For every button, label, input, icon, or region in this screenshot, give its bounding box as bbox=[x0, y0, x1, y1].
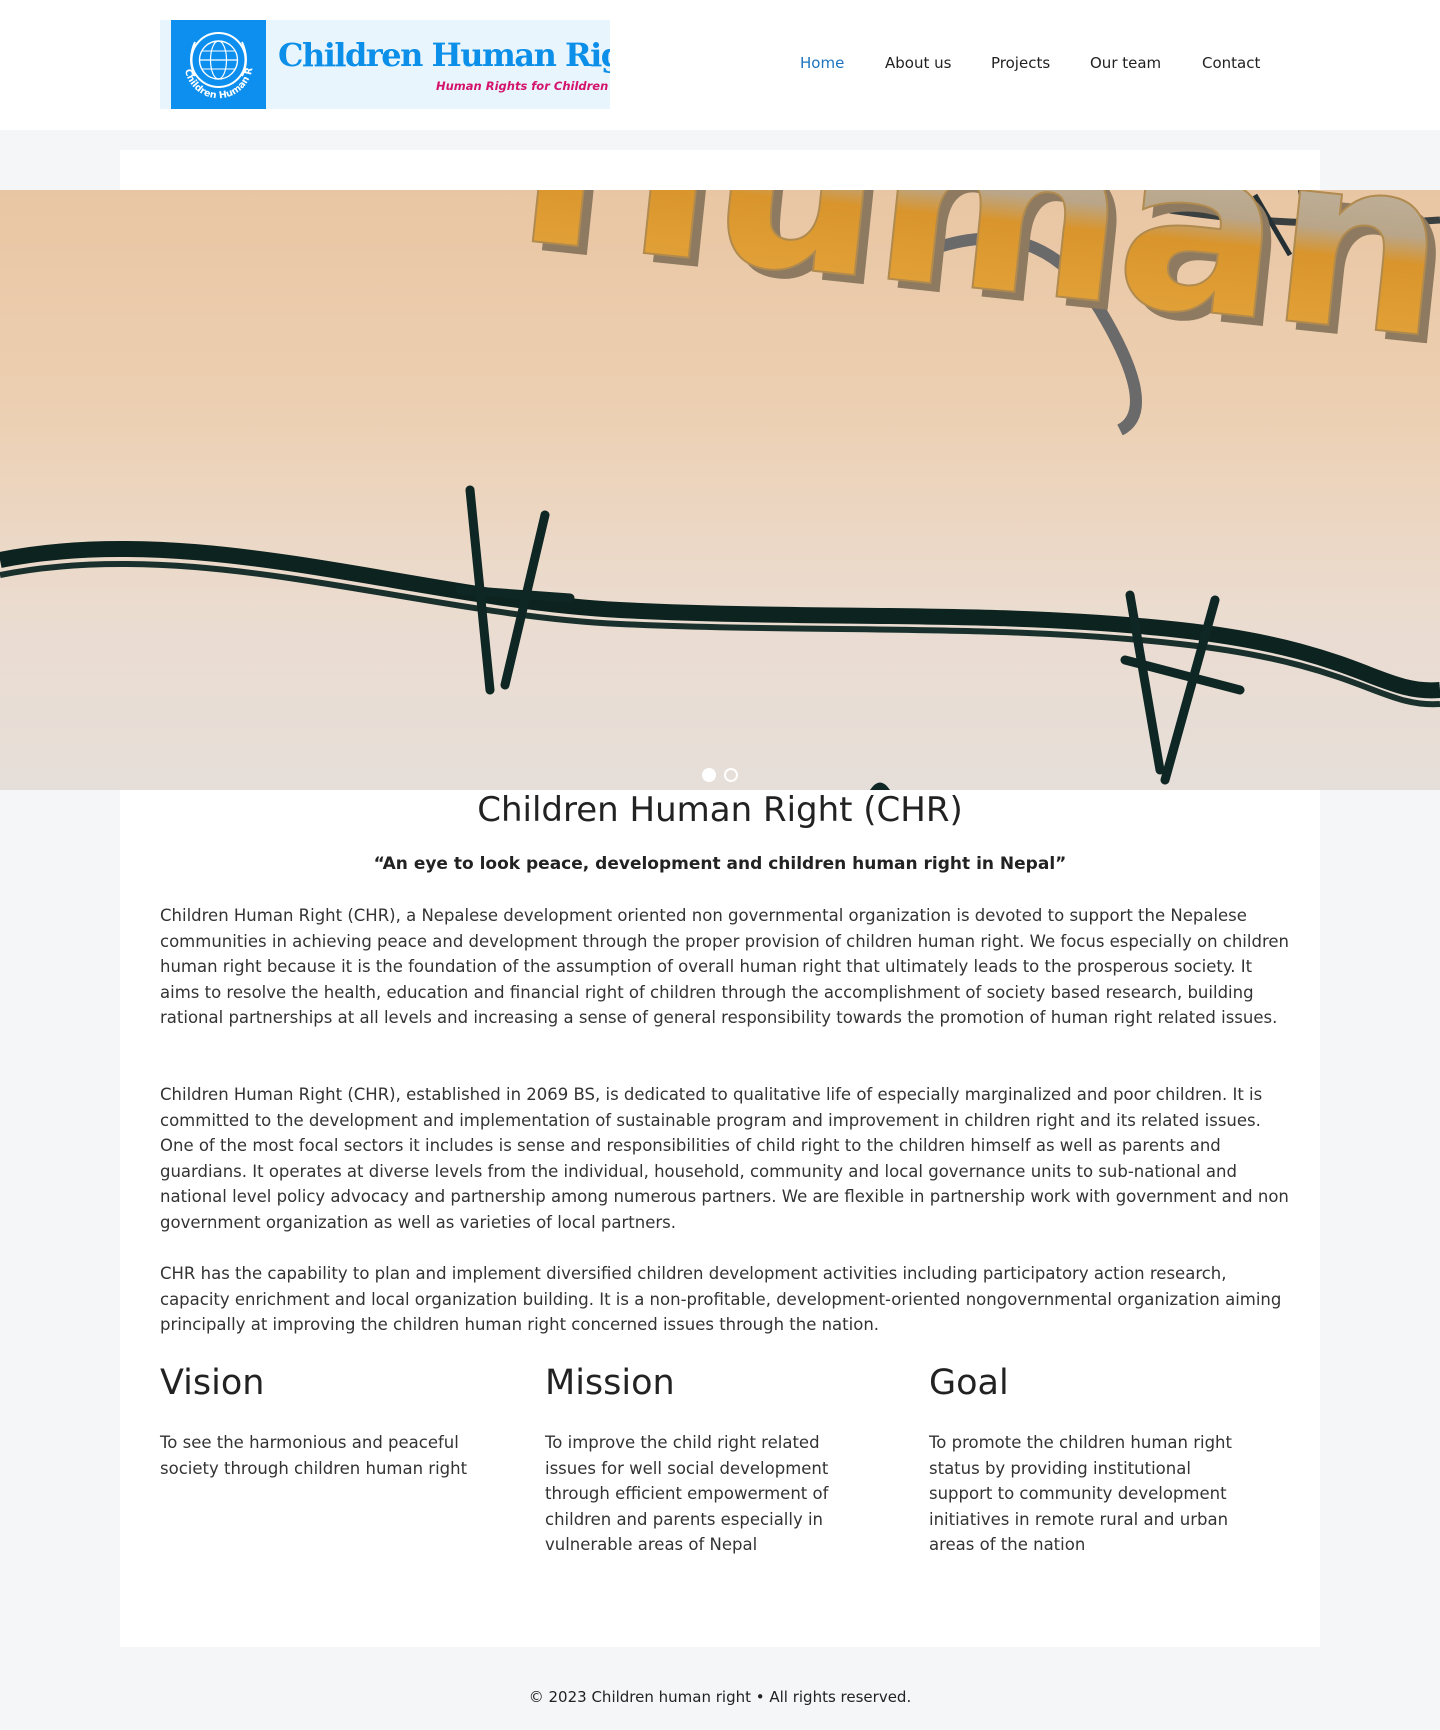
emblem-text: Children Human Right bbox=[171, 20, 256, 101]
slider-dot-2[interactable] bbox=[724, 768, 738, 782]
hero-image-text: Human rights bbox=[505, 190, 1440, 480]
site-logo[interactable]: Children Human Right Children Human Righ… bbox=[160, 20, 610, 109]
slogan: “An eye to look peace, development and c… bbox=[373, 854, 1067, 874]
nav-contact[interactable]: Contact bbox=[1202, 54, 1260, 72]
mission-text: To improve the child right related issue… bbox=[545, 1433, 829, 1554]
mission-heading: Mission bbox=[545, 1363, 675, 1403]
slider-dot-1[interactable] bbox=[702, 768, 716, 782]
vision-text: To see the harmonious and peaceful socie… bbox=[160, 1433, 468, 1478]
about-paragraph-1: Children Human Right (CHR), a Nepalese d… bbox=[160, 906, 1289, 1027]
nav-about-us[interactable]: About us bbox=[885, 54, 951, 72]
site-header: Children Human Right Children Human Righ… bbox=[0, 0, 1440, 130]
goal-column: Goal To promote the children human right… bbox=[929, 1362, 1259, 1558]
site-footer: © 2023 Children human right • All rights… bbox=[0, 1667, 1440, 1730]
nav-projects[interactable]: Projects bbox=[991, 54, 1050, 72]
hero-image: Human rights Human rights bbox=[0, 190, 1440, 790]
vision-heading: Vision bbox=[160, 1363, 265, 1403]
globe-emblem-icon: Children Human Right bbox=[171, 20, 266, 109]
logo-tagline: Human Rights for Children bbox=[436, 79, 609, 93]
logo-title: Children Human Right bbox=[278, 36, 610, 74]
page-title: Children Human Right (CHR) bbox=[477, 790, 963, 830]
svg-text:Children Human Right: Children Human Right bbox=[171, 20, 256, 101]
copyright-text: © 2023 Children human right • All rights… bbox=[528, 1688, 912, 1706]
about-paragraph-3: CHR has the capability to plan and imple… bbox=[160, 1264, 1282, 1334]
about-paragraph-2: Children Human Right (CHR), established … bbox=[160, 1085, 1289, 1232]
goal-heading: Goal bbox=[929, 1363, 1009, 1403]
mission-column: Mission To improve the child right relat… bbox=[545, 1362, 875, 1558]
goal-text: To promote the children human right stat… bbox=[929, 1433, 1232, 1554]
hero-slider[interactable]: Human rights Human rights bbox=[0, 190, 1440, 790]
nav-our-team[interactable]: Our team bbox=[1090, 54, 1161, 72]
nav-home[interactable]: Home bbox=[800, 54, 844, 72]
vision-column: Vision To see the harmonious and peacefu… bbox=[160, 1362, 490, 1481]
